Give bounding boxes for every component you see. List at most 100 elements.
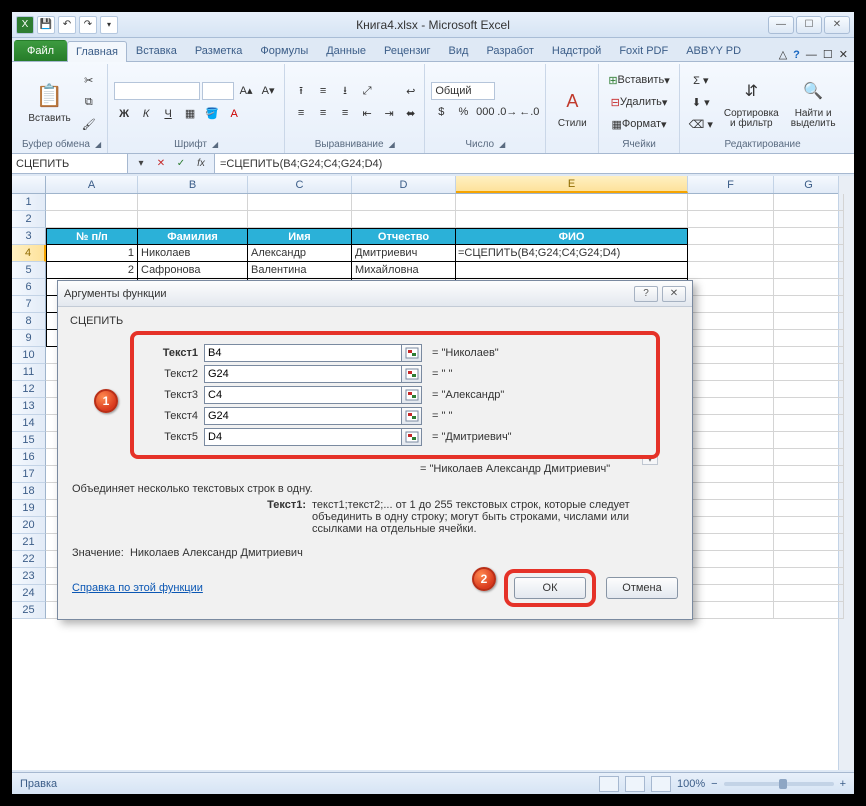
cell[interactable] xyxy=(352,194,456,211)
dialog-help-icon[interactable]: ? xyxy=(634,286,658,302)
enter-formula-icon[interactable]: ✓ xyxy=(172,156,190,172)
cut-icon[interactable]: ✂ xyxy=(79,70,99,90)
cell[interactable] xyxy=(688,551,774,568)
tab-abbyy[interactable]: ABBYY PD xyxy=(677,40,750,61)
cancel-formula-icon[interactable]: ✕ xyxy=(152,156,170,172)
cell[interactable] xyxy=(774,517,844,534)
tab-layout[interactable]: Разметка xyxy=(186,40,252,61)
font-color-icon[interactable]: A xyxy=(224,104,244,124)
cell[interactable] xyxy=(688,449,774,466)
cell[interactable] xyxy=(352,211,456,228)
row-header[interactable]: 14 xyxy=(12,415,46,432)
cell[interactable] xyxy=(774,551,844,568)
cell[interactable]: Николаев xyxy=(138,245,248,262)
tab-foxit[interactable]: Foxit PDF xyxy=(610,40,677,61)
cell[interactable] xyxy=(774,466,844,483)
cell[interactable] xyxy=(248,194,352,211)
fx-icon[interactable]: fx xyxy=(192,156,210,172)
row-header[interactable]: 2 xyxy=(12,211,46,228)
range-selector-icon[interactable] xyxy=(402,344,422,362)
font-size-combo[interactable] xyxy=(202,82,234,100)
col-header-B[interactable]: B xyxy=(138,176,248,193)
cell[interactable] xyxy=(774,398,844,415)
inc-decimal-icon[interactable]: .0→ xyxy=(497,102,517,122)
cell[interactable]: Валентина xyxy=(248,262,352,279)
cell[interactable] xyxy=(774,296,844,313)
cell[interactable] xyxy=(688,432,774,449)
col-header-A[interactable]: A xyxy=(46,176,138,193)
row-header[interactable]: 22 xyxy=(12,551,46,568)
col-header-E[interactable]: E xyxy=(456,176,688,193)
cell[interactable] xyxy=(774,194,844,211)
range-selector-icon[interactable] xyxy=(402,386,422,404)
row-header[interactable]: 15 xyxy=(12,432,46,449)
tab-formulas[interactable]: Формулы xyxy=(251,40,317,61)
cell[interactable] xyxy=(138,211,248,228)
cell[interactable]: Михайловна xyxy=(352,262,456,279)
cell[interactable]: № п/п xyxy=(46,228,138,245)
italic-icon[interactable]: К xyxy=(136,104,156,124)
align-bottom-icon[interactable]: ⭳ xyxy=(335,81,355,101)
indent-inc-icon[interactable]: ⇥ xyxy=(379,103,399,123)
row-header[interactable]: 12 xyxy=(12,381,46,398)
cell[interactable] xyxy=(688,381,774,398)
cell[interactable]: 2 xyxy=(46,262,138,279)
align-middle-icon[interactable]: ≡ xyxy=(313,81,333,101)
row-header[interactable]: 24 xyxy=(12,585,46,602)
redo-icon[interactable]: ↷ xyxy=(79,16,97,34)
sort-filter-button[interactable]: ⇵ Сортировка и фильтр xyxy=(720,73,783,132)
comma-icon[interactable]: 000 xyxy=(475,102,495,122)
format-painter-icon[interactable]: 🖌 xyxy=(79,114,99,134)
formula-input[interactable]: =СЦЕПИТЬ(B4;G24;C4;G24;D4) xyxy=(215,154,854,173)
tab-data[interactable]: Данные xyxy=(317,40,375,61)
cell[interactable]: =СЦЕПИТЬ(B4;G24;C4;G24;D4) xyxy=(456,245,688,262)
row-header[interactable]: 8 xyxy=(12,313,46,330)
dialog-arg-input[interactable] xyxy=(204,365,402,383)
inner-restore-icon[interactable]: ☐ xyxy=(823,48,833,61)
range-selector-icon[interactable] xyxy=(402,407,422,425)
cell[interactable] xyxy=(688,347,774,364)
cell[interactable]: 1 xyxy=(46,245,138,262)
cell[interactable] xyxy=(774,381,844,398)
cell[interactable] xyxy=(688,313,774,330)
cell[interactable] xyxy=(774,449,844,466)
cell[interactable] xyxy=(688,534,774,551)
cell[interactable] xyxy=(774,415,844,432)
dialog-help-link[interactable]: Справка по этой функции xyxy=(72,582,203,594)
view-pagebreak-icon[interactable] xyxy=(651,776,671,792)
shrink-font-icon[interactable]: A▾ xyxy=(258,81,278,101)
cell[interactable] xyxy=(774,245,844,262)
row-header[interactable]: 17 xyxy=(12,466,46,483)
cell[interactable] xyxy=(456,194,688,211)
dialog-cancel-button[interactable]: Отмена xyxy=(606,577,678,599)
row-header[interactable]: 18 xyxy=(12,483,46,500)
cell[interactable] xyxy=(774,211,844,228)
view-normal-icon[interactable] xyxy=(599,776,619,792)
number-format-combo[interactable]: Общий xyxy=(431,82,495,100)
border-icon[interactable]: ▦ xyxy=(180,104,200,124)
range-selector-icon[interactable] xyxy=(402,428,422,446)
align-left-icon[interactable]: ≡ xyxy=(291,103,311,123)
cell[interactable] xyxy=(774,313,844,330)
cell[interactable] xyxy=(774,602,844,619)
cell[interactable] xyxy=(248,211,352,228)
delete-cell-button[interactable]: ⊟ Удалить ▾ xyxy=(605,92,672,112)
cell[interactable] xyxy=(688,415,774,432)
cell[interactable] xyxy=(688,517,774,534)
row-header[interactable]: 21 xyxy=(12,534,46,551)
close-button[interactable]: ✕ xyxy=(824,16,850,34)
dialog-arg-input[interactable] xyxy=(204,428,402,446)
bold-icon[interactable]: Ж xyxy=(114,104,134,124)
fill-icon[interactable]: ⬇ ▾ xyxy=(686,92,716,112)
row-header[interactable]: 4 xyxy=(12,245,46,262)
row-header[interactable]: 23 xyxy=(12,568,46,585)
col-header-G[interactable]: G xyxy=(774,176,844,193)
row-header[interactable]: 19 xyxy=(12,500,46,517)
tab-home[interactable]: Главная xyxy=(67,41,127,62)
align-center-icon[interactable]: ≡ xyxy=(313,103,333,123)
help-icon[interactable]: ? xyxy=(793,49,800,61)
find-select-button[interactable]: 🔍 Найти и выделить xyxy=(787,73,840,132)
row-header[interactable]: 10 xyxy=(12,347,46,364)
clear-icon[interactable]: ⌫ ▾ xyxy=(686,114,716,134)
cell[interactable] xyxy=(688,245,774,262)
